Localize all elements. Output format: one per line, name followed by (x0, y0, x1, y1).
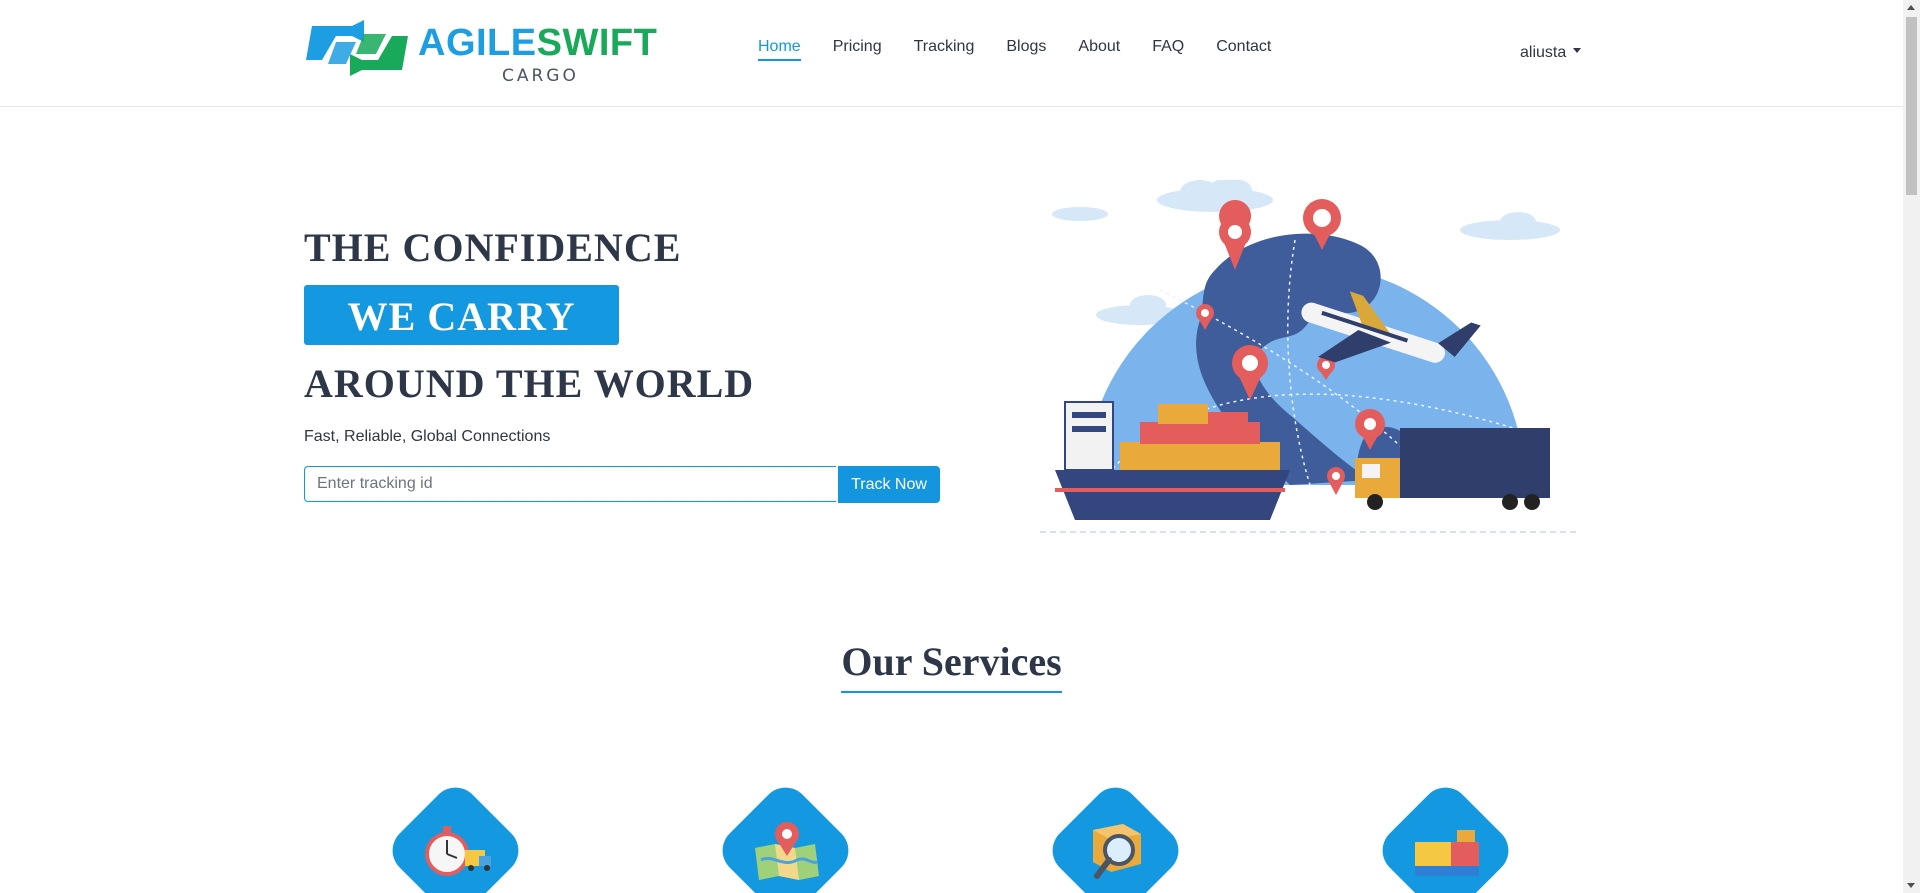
user-menu[interactable]: aliusta (1520, 44, 1582, 62)
hero-illustration (1040, 180, 1580, 533)
nav-blogs[interactable]: Blogs (1006, 38, 1046, 61)
scroll-up-icon[interactable] (1907, 5, 1915, 10)
logo-arrows-icon (306, 20, 408, 76)
nav-faq[interactable]: FAQ (1152, 38, 1184, 61)
service-card-express[interactable] (382, 777, 529, 893)
track-now-button[interactable]: Track Now (838, 466, 940, 503)
service-card-freight[interactable] (1372, 777, 1519, 893)
service-card-package-search[interactable] (1042, 777, 1189, 893)
hero-highlight-box: WE CARRY (304, 285, 619, 345)
package-search-icon (1093, 824, 1141, 879)
cargo-containers-icon (1415, 830, 1479, 876)
nav-pricing[interactable]: Pricing (833, 38, 882, 61)
hero-line-1: THE CONFIDENCE (304, 225, 682, 270)
service-card-tracking[interactable] (712, 777, 859, 893)
page: AGILESWIFT CARGO Home Pricing Tracking B… (0, 0, 1903, 893)
map-pin-icon (755, 822, 819, 880)
scrollbar-thumb[interactable] (1906, 17, 1917, 195)
services-section-title: Our Services (0, 638, 1903, 693)
brand-name-part1: AGILE (418, 22, 537, 64)
nav-home[interactable]: Home (758, 38, 801, 61)
nav-contact[interactable]: Contact (1216, 38, 1271, 61)
hero-line-3: AROUND THE WORLD (304, 361, 755, 406)
brand-logo[interactable]: AGILESWIFT CARGO (306, 18, 666, 90)
main-nav: Home Pricing Tracking Blogs About FAQ Co… (758, 38, 1303, 61)
chevron-down-icon (1573, 48, 1582, 54)
hero-tagline: Fast, Reliable, Global Connections (304, 428, 551, 445)
nav-about[interactable]: About (1078, 38, 1120, 61)
services-title-text: Our Services (841, 638, 1062, 693)
stopwatch-truck-icon (425, 826, 491, 876)
scroll-down-icon[interactable] (1907, 883, 1915, 888)
user-name: aliusta (1520, 44, 1567, 61)
page-scrollbar[interactable] (1903, 0, 1920, 893)
brand-sub: CARGO (502, 66, 579, 86)
site-header: AGILESWIFT CARGO Home Pricing Tracking B… (0, 0, 1903, 107)
tracking-id-input[interactable] (304, 466, 836, 502)
nav-tracking[interactable]: Tracking (914, 38, 975, 61)
hero-line-2: WE CARRY (347, 294, 576, 339)
brand-name-part2: SWIFT (536, 22, 658, 64)
brand-name: AGILESWIFT (418, 22, 657, 65)
